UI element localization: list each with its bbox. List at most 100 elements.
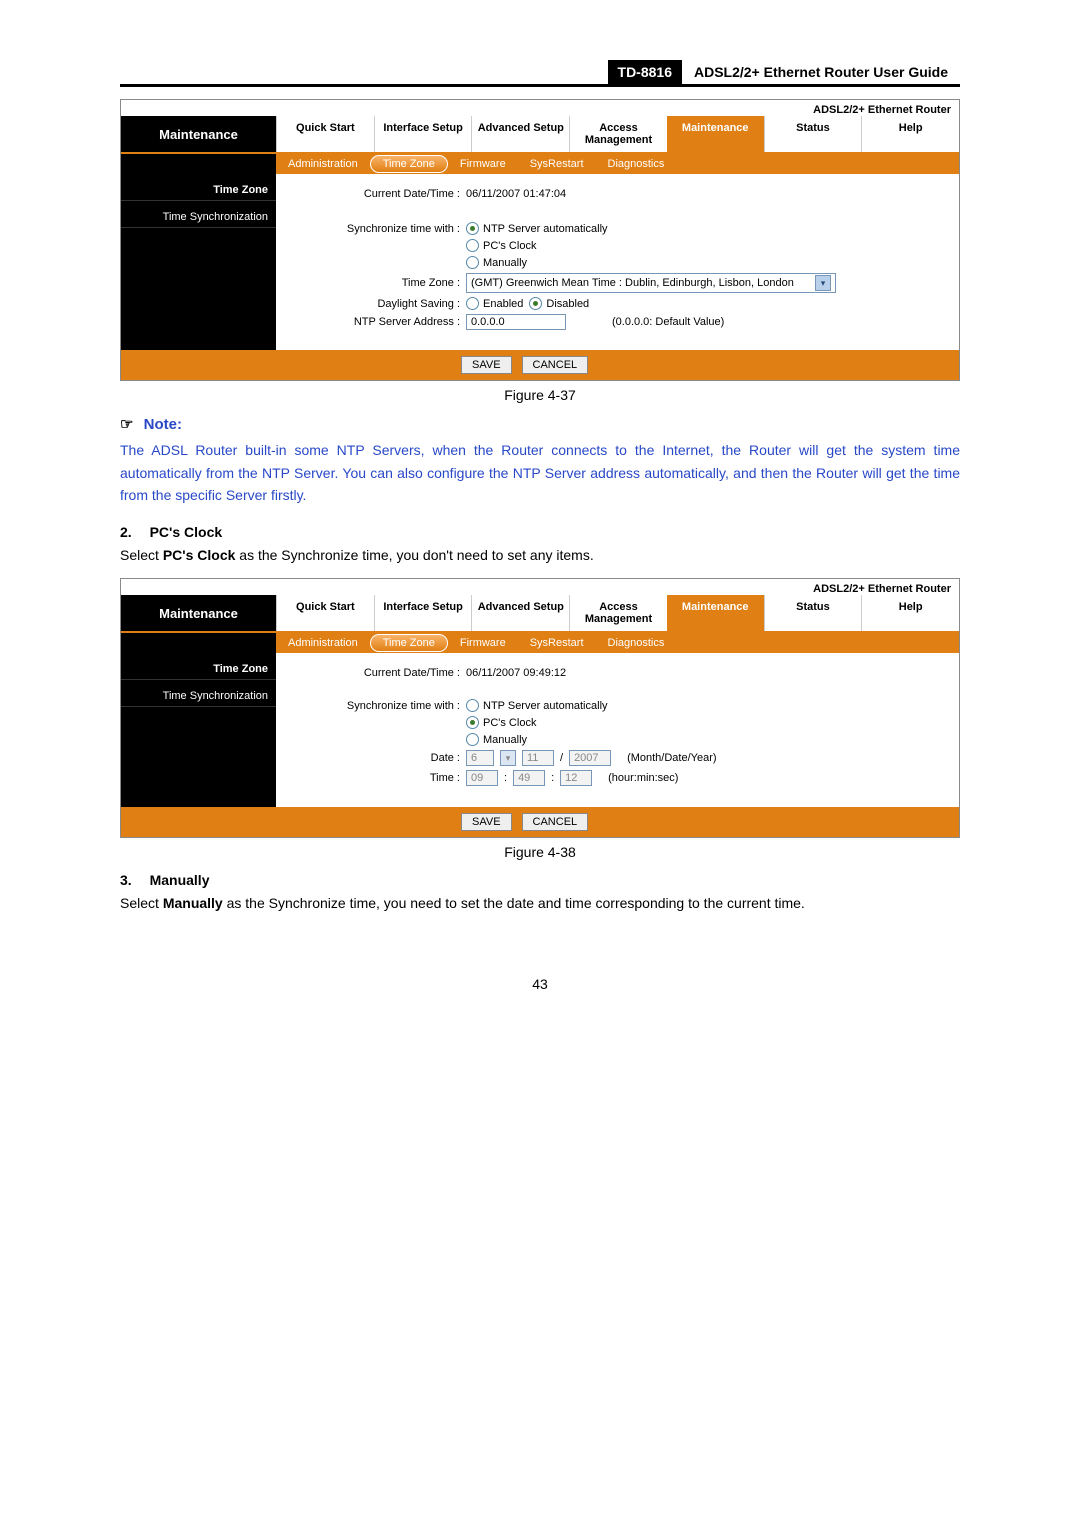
select-time-zone[interactable]: (GMT) Greenwich Mean Time : Dublin, Edin… (466, 273, 836, 293)
page-number: 43 (0, 976, 1080, 992)
radio-dot-icon (466, 297, 479, 310)
tab-side-maintenance: Maintenance (121, 116, 276, 152)
tab-quick-start[interactable]: Quick Start (276, 116, 374, 152)
radio-dot-icon (466, 256, 479, 269)
save-button[interactable]: SAVE (461, 356, 512, 374)
section-title: Manually (150, 872, 210, 888)
radio-manually[interactable]: Manually (466, 256, 527, 269)
subtab-administration[interactable]: Administration (276, 154, 370, 174)
radio-manually[interactable]: Manually (466, 733, 527, 746)
radio-label: Enabled (483, 298, 523, 310)
tab-interface-setup[interactable]: Interface Setup (374, 595, 472, 631)
sub-tabs: Administration Time Zone Firmware SysRes… (276, 154, 959, 174)
radio-ntp-auto[interactable]: NTP Server automatically (466, 222, 608, 235)
cancel-button[interactable]: CANCEL (522, 813, 589, 831)
figure-caption-38: Figure 4-38 (0, 844, 1080, 860)
hint-time: (hour:min:sec) (608, 772, 678, 784)
tab-quick-start[interactable]: Quick Start (276, 595, 374, 631)
content-panel: Current Date/Time : 06/11/2007 09:49:12 … (276, 653, 959, 807)
radio-label: PC's Clock (483, 240, 536, 252)
label-current-datetime: Current Date/Time : (290, 188, 466, 200)
input-ntp-server[interactable]: 0.0.0.0 (466, 314, 566, 330)
model-badge: TD-8816 (608, 60, 682, 84)
tab-status[interactable]: Status (764, 595, 862, 631)
radio-dot-icon (466, 239, 479, 252)
label-sync-with: Synchronize time with : (290, 700, 466, 712)
pointing-hand-icon: ☞ (120, 416, 133, 433)
subtab-administration[interactable]: Administration (276, 633, 370, 653)
radio-label: NTP Server automatically (483, 700, 608, 712)
left-menu: Time Zone Time Synchronization (121, 174, 276, 350)
tab-maintenance[interactable]: Maintenance (667, 116, 764, 152)
radio-label: Manually (483, 257, 527, 269)
input-date-day[interactable]: 11 (522, 750, 554, 766)
radio-ntp-auto[interactable]: NTP Server automatically (466, 699, 608, 712)
tab-interface-setup[interactable]: Interface Setup (374, 116, 472, 152)
select-value: (GMT) Greenwich Mean Time : Dublin, Edin… (471, 277, 794, 289)
left-menu-time-sync[interactable]: Time Synchronization (121, 680, 276, 707)
hint-ntp-default: (0.0.0.0: Default Value) (612, 316, 724, 328)
tab-advanced-setup[interactable]: Advanced Setup (471, 595, 569, 631)
radio-label: NTP Server automatically (483, 223, 608, 235)
section-2-body: Select PC's Clock as the Synchronize tim… (120, 544, 960, 568)
guide-title: ADSL2/2+ Ethernet Router User Guide (682, 60, 960, 84)
subtab-firmware[interactable]: Firmware (448, 633, 518, 653)
subtab-time-zone[interactable]: Time Zone (370, 634, 448, 652)
button-bar: SAVE CANCEL (121, 807, 959, 837)
radio-label: Disabled (546, 298, 589, 310)
label-time-zone: Time Zone : (290, 277, 466, 289)
input-date-month[interactable]: 6 (466, 750, 494, 766)
tab-help[interactable]: Help (861, 116, 959, 152)
left-menu-time-zone[interactable]: Time Zone (121, 653, 276, 680)
subtab-sysrestart[interactable]: SysRestart (518, 633, 596, 653)
router-ui-fig38: ADSL2/2+ Ethernet Router Maintenance Qui… (120, 578, 960, 838)
label-daylight-saving: Daylight Saving : (290, 298, 466, 310)
tab-help[interactable]: Help (861, 595, 959, 631)
radio-dot-icon (466, 699, 479, 712)
label-current-datetime: Current Date/Time : (290, 667, 466, 679)
input-time-sec[interactable]: 12 (560, 770, 592, 786)
label-time: Time : (290, 772, 466, 784)
section-3-heading: 3. Manually (120, 872, 960, 888)
save-button[interactable]: SAVE (461, 813, 512, 831)
radio-pcs-clock[interactable]: PC's Clock (466, 239, 536, 252)
subtab-time-zone[interactable]: Time Zone (370, 155, 448, 173)
value-current-datetime: 06/11/2007 09:49:12 (466, 667, 945, 679)
router-ui-fig37: ADSL2/2+ Ethernet Router Maintenance Qui… (120, 99, 960, 381)
radio-dot-icon (529, 297, 542, 310)
label-ntp-server: NTP Server Address : (290, 316, 466, 328)
input-date-year[interactable]: 2007 (569, 750, 611, 766)
left-menu-time-sync[interactable]: Time Synchronization (121, 201, 276, 228)
label-date: Date : (290, 752, 466, 764)
router-brand: ADSL2/2+ Ethernet Router (121, 579, 959, 595)
section-number: 2. (120, 524, 132, 540)
section-number: 3. (120, 872, 132, 888)
subtab-sysrestart[interactable]: SysRestart (518, 154, 596, 174)
radio-dst-disabled[interactable]: Disabled (529, 297, 589, 310)
tab-status[interactable]: Status (764, 116, 862, 152)
hint-date: (Month/Date/Year) (627, 752, 716, 764)
section-title: PC's Clock (150, 524, 223, 540)
subtab-diagnostics[interactable]: Diagnostics (596, 633, 677, 653)
tab-access-management[interactable]: Access Management (569, 116, 667, 152)
radio-label: Manually (483, 734, 527, 746)
input-time-min[interactable]: 49 (513, 770, 545, 786)
tab-side-maintenance: Maintenance (121, 595, 276, 631)
left-menu-time-zone[interactable]: Time Zone (121, 174, 276, 201)
radio-pcs-clock[interactable]: PC's Clock (466, 716, 536, 729)
radio-dst-enabled[interactable]: Enabled (466, 297, 523, 310)
tab-advanced-setup[interactable]: Advanced Setup (471, 116, 569, 152)
button-bar: SAVE CANCEL (121, 350, 959, 380)
tab-access-management[interactable]: Access Management (569, 595, 667, 631)
main-tabs: Maintenance Quick Start Interface Setup … (121, 595, 959, 633)
router-brand: ADSL2/2+ Ethernet Router (121, 100, 959, 116)
input-time-hour[interactable]: 09 (466, 770, 498, 786)
note-label: Note: (144, 416, 182, 433)
main-tabs: Maintenance Quick Start Interface Setup … (121, 116, 959, 154)
subtab-firmware[interactable]: Firmware (448, 154, 518, 174)
chevron-down-icon: ▾ (815, 275, 831, 291)
radio-dot-icon (466, 716, 479, 729)
cancel-button[interactable]: CANCEL (522, 356, 589, 374)
tab-maintenance[interactable]: Maintenance (667, 595, 764, 631)
subtab-diagnostics[interactable]: Diagnostics (596, 154, 677, 174)
